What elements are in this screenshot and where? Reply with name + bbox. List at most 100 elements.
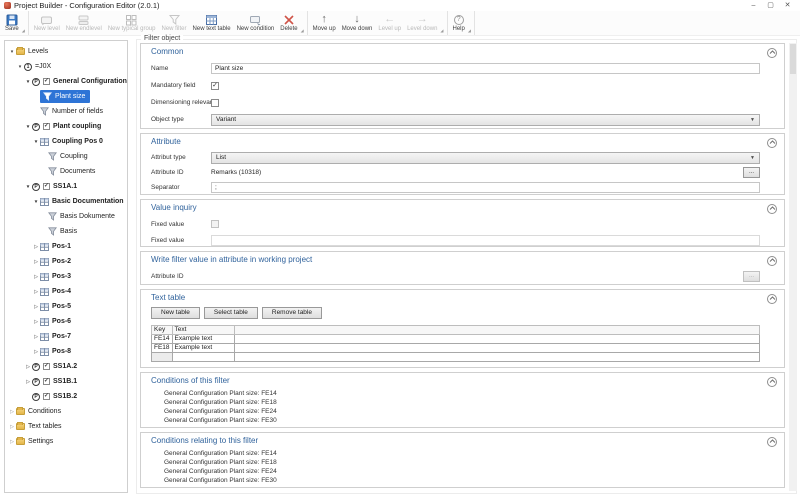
toolbar-move-up-button[interactable]: ↑ Move up [310, 12, 339, 35]
tree-item-ss1b-2[interactable]: P ✓ SS1B.2 [5, 389, 127, 404]
object-type-dropdown[interactable]: Variant ▼ [211, 113, 760, 126]
condition-item[interactable]: General Configuration Plant size: FE18 [151, 398, 760, 407]
expander-closed-icon[interactable]: ▷ [8, 439, 16, 445]
expander-closed-icon[interactable]: ▷ [32, 334, 40, 340]
tree-item-coupling-pos-0[interactable]: ▾ Coupling Pos 0 [5, 134, 127, 149]
separator-input[interactable]: ; [211, 182, 760, 193]
dimensioning-relevant-checkbox[interactable] [211, 98, 219, 107]
tree-item-pos-3[interactable]: ▷ Pos-3 [5, 269, 127, 284]
tree-item-number-of-fields[interactable]: Number of fields [5, 104, 127, 119]
mandatory-field-checkbox[interactable]: ✓ [211, 81, 219, 90]
tree-item-pos-6[interactable]: ▷ Pos-6 [5, 314, 127, 329]
expander-closed-icon[interactable]: ▷ [32, 259, 40, 265]
expander-closed-icon[interactable]: ▷ [32, 349, 40, 355]
tree-item-basis[interactable]: Basis [5, 224, 127, 239]
expander-open-icon[interactable]: ▾ [16, 64, 24, 70]
text-table-grid[interactable]: Key Text FE14 Example text FE18 Example text [151, 325, 761, 362]
checkbox[interactable]: ✓ [43, 123, 50, 130]
toolbar-move-down-button[interactable]: ↓ Move down [339, 12, 376, 35]
collapse-section-button[interactable] [767, 204, 777, 214]
vertical-scrollbar[interactable] [789, 43, 797, 491]
tree-item-levels[interactable]: ▾ Levels [5, 44, 127, 59]
expander-open-icon[interactable]: ▾ [8, 49, 16, 55]
tree-item-documents[interactable]: Documents [5, 164, 127, 179]
cell-key[interactable]: FE14 [151, 334, 173, 344]
tree-item-pos-2[interactable]: ▷ Pos-2 [5, 254, 127, 269]
maximize-button[interactable]: ▢ [762, 0, 779, 11]
expander-open-icon[interactable]: ▾ [24, 124, 32, 130]
condition-item[interactable]: General Configuration Plant size: FE30 [151, 416, 760, 425]
checkbox[interactable]: ✓ [43, 78, 50, 85]
table-row[interactable]: FE18 Example text [151, 343, 761, 353]
tree-item-conditions[interactable]: ▷ Conditions [5, 404, 127, 419]
expander-closed-icon[interactable]: ▷ [8, 424, 16, 430]
toolbar-delete-button[interactable]: Delete [277, 12, 300, 35]
condition-item[interactable]: General Configuration Plant size: FE30 [151, 476, 760, 485]
scrollbar-thumb[interactable] [790, 44, 796, 74]
expander-closed-icon[interactable]: ▷ [24, 379, 32, 385]
condition-item[interactable]: General Configuration Plant size: FE24 [151, 407, 760, 416]
checkbox[interactable]: ✓ [43, 393, 50, 400]
minimize-button[interactable]: – [745, 0, 762, 11]
checkbox[interactable]: ✓ [43, 363, 50, 370]
tree-item-ss1a-2[interactable]: ▷ P ✓ SS1A.2 [5, 359, 127, 374]
checkbox[interactable]: ✓ [43, 378, 50, 385]
toolbar-help-button[interactable]: ? Help [450, 12, 468, 35]
tree-item-pos-8[interactable]: ▷ Pos-8 [5, 344, 127, 359]
cell-key[interactable]: FE18 [151, 343, 173, 353]
condition-item[interactable]: General Configuration Plant size: FE18 [151, 458, 760, 467]
collapse-section-button[interactable] [767, 294, 777, 304]
tree-item-j0x[interactable]: ▾ 1 =J0X [5, 59, 127, 74]
expander-open-icon[interactable]: ▾ [24, 79, 32, 85]
expander-closed-icon[interactable]: ▷ [32, 274, 40, 280]
collapse-section-button[interactable] [767, 48, 777, 58]
remove-table-button[interactable]: Remove table [261, 307, 322, 319]
tree-item-ss1b-1[interactable]: ▷ P ✓ SS1B.1 [5, 374, 127, 389]
cell-text[interactable]: Example text [171, 343, 235, 353]
cell-key[interactable] [151, 352, 173, 362]
cell-text[interactable]: Example text [171, 334, 235, 344]
toolbar-new-condition-button[interactable]: New condition [234, 12, 278, 35]
expander-closed-icon[interactable]: ▷ [8, 409, 16, 415]
toolbar-save-button[interactable]: Save [2, 12, 22, 35]
collapse-section-button[interactable] [767, 377, 777, 387]
collapse-section-button[interactable] [767, 138, 777, 148]
attribut-type-dropdown[interactable]: List ▼ [211, 151, 760, 164]
table-row[interactable] [151, 352, 761, 362]
toolbar-group-overflow-icon[interactable]: ◢ [301, 28, 305, 35]
new-table-button[interactable]: New table [151, 307, 200, 319]
tree-item-basic-documentation[interactable]: ▾ Basic Documentation [5, 194, 127, 209]
tree-item-pos-1[interactable]: ▷ Pos-1 [5, 239, 127, 254]
tree-item-plant-size[interactable]: Plant size [5, 89, 127, 104]
name-input[interactable]: Plant size [211, 63, 760, 74]
cell-text[interactable] [171, 352, 235, 362]
expander-closed-icon[interactable]: ▷ [32, 244, 40, 250]
condition-item[interactable]: General Configuration Plant size: FE24 [151, 467, 760, 476]
expander-closed-icon[interactable]: ▷ [32, 319, 40, 325]
expander-closed-icon[interactable]: ▷ [32, 304, 40, 310]
expander-open-icon[interactable]: ▾ [32, 199, 40, 205]
tree-item-plant-coupling[interactable]: ▾ P ✓ Plant coupling [5, 119, 127, 134]
column-header-text[interactable]: Text [171, 325, 235, 335]
tree-item-pos-7[interactable]: ▷ Pos-7 [5, 329, 127, 344]
collapse-section-button[interactable] [767, 437, 777, 447]
expander-closed-icon[interactable]: ▷ [32, 289, 40, 295]
tree-item-basis-dokumente[interactable]: Basis Dokumente [5, 209, 127, 224]
checkbox[interactable]: ✓ [43, 183, 50, 190]
expander-open-icon[interactable]: ▾ [24, 184, 32, 190]
expander-closed-icon[interactable]: ▷ [24, 364, 32, 370]
condition-item[interactable]: General Configuration Plant size: FE14 [151, 449, 760, 458]
toolbar-group-overflow-icon[interactable]: ◢ [22, 28, 26, 35]
toolbar-new-text-table-button[interactable]: New text table [190, 12, 234, 35]
collapse-section-button[interactable] [767, 256, 777, 266]
close-button[interactable]: ✕ [779, 0, 796, 11]
tree-item-settings[interactable]: ▷ Settings [5, 434, 127, 449]
table-row[interactable]: FE14 Example text [151, 334, 761, 344]
column-header-key[interactable]: Key [151, 325, 173, 335]
select-table-button[interactable]: Select table [203, 307, 258, 319]
tree-item-pos-4[interactable]: ▷ Pos-4 [5, 284, 127, 299]
tree-item-general-configuration[interactable]: ▾ P ✓ General Configuration [5, 74, 127, 89]
condition-item[interactable]: General Configuration Plant size: FE14 [151, 389, 760, 398]
toolbar-group-overflow-icon[interactable]: ◢ [440, 28, 444, 35]
tree-item-coupling[interactable]: Coupling [5, 149, 127, 164]
